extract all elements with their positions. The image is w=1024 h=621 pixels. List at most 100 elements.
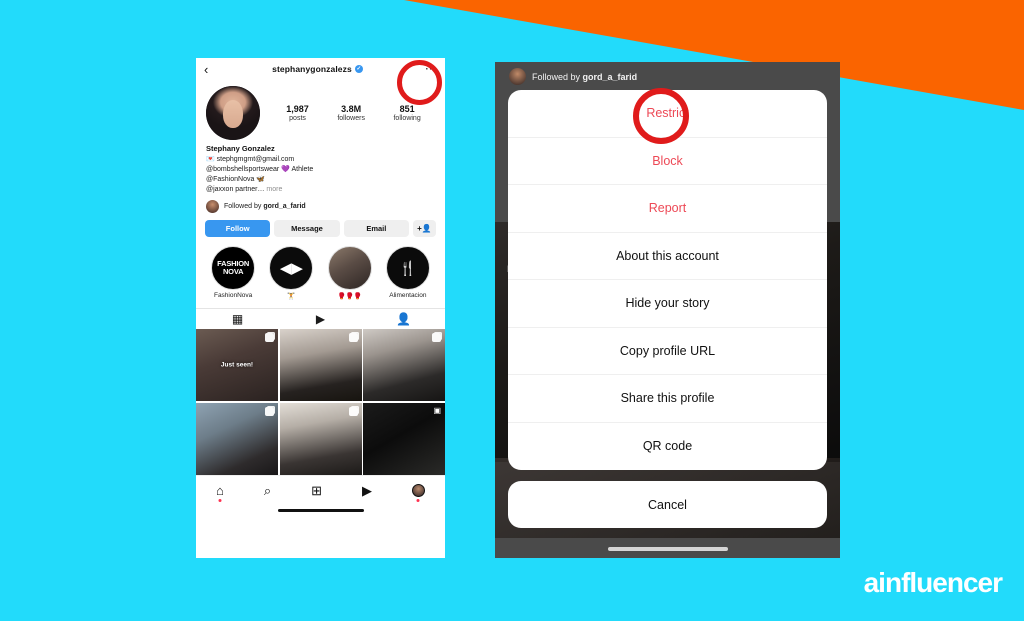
chevron-left-icon[interactable]: ‹ [204, 63, 218, 76]
tab-tagged[interactable]: 👤 [362, 309, 445, 329]
highlight-label-gym: 🏋 [287, 293, 296, 301]
followed-by-text: Followed by gord_a_farid [224, 203, 306, 210]
avatar-face [222, 100, 244, 129]
cancel-button[interactable]: Cancel [508, 481, 827, 528]
verified-badge-icon: ✓ [354, 65, 363, 73]
home-icon[interactable]: ⌂ [215, 482, 224, 502]
multi-photo-icon [265, 333, 274, 343]
grid-post[interactable] [279, 329, 362, 402]
bio-line-4-text: @jaxxon partner… [206, 186, 265, 194]
bio-line-1: 💌 stephgmgmt@gmail.com [206, 155, 295, 163]
menu-item-copy-profile-url[interactable]: Copy profile URL [508, 328, 827, 375]
home-indicator [196, 504, 445, 517]
profile-nav-avatar[interactable] [411, 483, 425, 502]
stat-followers-value: 3.8M [341, 104, 362, 114]
stat-following[interactable]: 851 following [393, 104, 420, 122]
profile-action-buttons: Follow Message Email +👤 [196, 213, 445, 238]
bio-line-3: @FashionNova 🦋 [206, 176, 266, 184]
ainfluencer-logo: ainfluencer [863, 567, 1003, 599]
profile-stats: 1,987 posts 3.8M followers 851 following [266, 104, 435, 122]
menu-item-qr-code[interactable]: QR code [508, 423, 827, 471]
home-indicator [495, 547, 840, 551]
logo-text: ainfluencer [863, 567, 1003, 598]
highlight-label-photo: 🥊🥊🥊 [337, 293, 362, 301]
highlight-cover-fashionnova: FASHION NOVA [211, 246, 256, 291]
followed-by-row: Followed by gord_a_farid [509, 68, 637, 85]
multi-photo-icon [348, 406, 358, 416]
followed-by-avatar [206, 200, 219, 214]
highlight-fashionnova[interactable]: FASHION NOVA FashionNova [209, 246, 257, 300]
grid-post[interactable] [279, 402, 362, 475]
followed-by-avatar [509, 68, 526, 85]
search-icon[interactable]: ⌕ [264, 484, 271, 497]
bio-line-2: @bombshellsportswear 💜 Athlete [206, 166, 314, 174]
followed-by-username[interactable]: gord_a_farid [263, 203, 305, 210]
menu-item-hide-your-story[interactable]: Hide your story [508, 280, 827, 328]
followed-by-row[interactable]: Followed by gord_a_farid [196, 195, 445, 214]
profile-username: stephanygonzalezs ✓ [218, 64, 417, 74]
home-indicator-bar [607, 547, 728, 551]
multi-photo-icon [432, 333, 441, 343]
follow-button[interactable]: Follow [205, 220, 271, 238]
highlight-photo[interactable]: 🥊🥊🥊 [326, 246, 374, 300]
action-sheet-menu: Restrict Block Report About this account… [508, 90, 827, 470]
profile-tabs: ▦ ▶ 👤 [196, 308, 445, 329]
home-glyph: ⌂ [215, 482, 224, 498]
bottom-navigation: ⌂ ⌕ ⊞ ▶ [196, 474, 445, 505]
menu-item-block[interactable]: Block [508, 138, 827, 185]
more-options-icon[interactable]: ⋯ [417, 63, 437, 75]
highlight-cover-photo [327, 246, 372, 291]
screenshot-canvas: ‹ stephanygonzalezs ✓ ⋯ 1,987 posts 3.8M… [0, 0, 1024, 621]
email-button[interactable]: Email [343, 220, 409, 238]
instagram-action-sheet-screen: Followed by gord_a_farid F Restrict Bloc… [495, 62, 840, 558]
bio-more-link[interactable]: more [266, 186, 282, 193]
bio-display-name: Stephany Gonzalez [206, 144, 275, 153]
avatar [411, 483, 425, 497]
grid-post[interactable]: Just seen! [196, 329, 278, 402]
reel-icon: ▣ [433, 405, 441, 415]
menu-item-about-this-account[interactable]: About this account [508, 233, 827, 280]
home-notification-dot [218, 498, 222, 502]
create-icon[interactable]: ⊞ [311, 484, 322, 497]
profile-notification-dot [416, 498, 420, 502]
tab-reels[interactable]: ▶ [279, 309, 362, 329]
stat-followers[interactable]: 3.8M followers [337, 104, 365, 122]
profile-bio: Stephany Gonzalez 💌 stephgmgmt@gmail.com… [196, 142, 445, 195]
grid-post[interactable] [363, 329, 445, 402]
followed-by-username: gord_a_farid [582, 71, 638, 82]
menu-item-share-this-profile[interactable]: Share this profile [508, 375, 827, 423]
menu-item-restrict[interactable]: Restrict [508, 90, 827, 138]
followed-by-prefix: Followed by [532, 71, 581, 82]
grid-post[interactable] [196, 402, 278, 475]
profile-topbar: ‹ stephanygonzalezs ✓ ⋯ [196, 58, 445, 80]
highlight-gym[interactable]: ◀▶ 🏋 [267, 246, 315, 300]
stat-following-value: 851 [399, 104, 415, 114]
grid-post-overlay-text: Just seen! [220, 361, 254, 369]
tab-grid[interactable]: ▦ [196, 309, 279, 329]
add-person-icon[interactable]: +👤 [412, 220, 436, 238]
stat-posts-value: 1,987 [286, 104, 309, 114]
profile-header-row: 1,987 posts 3.8M followers 851 following [196, 80, 445, 142]
highlight-label-alimentacion: Alimentacion [389, 292, 427, 300]
highlight-cover-alimentacion: 🍴 [385, 246, 430, 291]
instagram-profile-screen: ‹ stephanygonzalezs ✓ ⋯ 1,987 posts 3.8M… [196, 58, 445, 558]
followed-by-text: Followed by gord_a_farid [532, 72, 637, 82]
story-highlights: FASHION NOVA FashionNova ◀▶ 🏋 🥊🥊🥊 🍴 Alime… [196, 237, 445, 300]
multi-photo-icon [348, 333, 358, 343]
multi-photo-icon [265, 406, 274, 416]
stat-posts[interactable]: 1,987 posts [286, 104, 309, 122]
grid-post[interactable]: ▣ [363, 402, 445, 475]
stat-followers-label: followers [337, 115, 365, 122]
highlight-alimentacion[interactable]: 🍴 Alimentacion [384, 246, 432, 300]
highlight-cover-gym: ◀▶ [269, 246, 314, 291]
stat-following-label: following [393, 115, 421, 122]
profile-avatar[interactable] [206, 86, 260, 140]
home-indicator-bar [277, 509, 364, 513]
menu-item-report[interactable]: Report [508, 185, 827, 233]
posts-grid: Just seen! ▣ [196, 329, 445, 475]
profile-username-text: stephanygonzalezs [272, 64, 352, 74]
followed-by-prefix: Followed by [224, 203, 262, 211]
message-button[interactable]: Message [274, 220, 340, 238]
reels-icon[interactable]: ▶ [362, 484, 372, 497]
stat-posts-label: posts [289, 115, 306, 122]
